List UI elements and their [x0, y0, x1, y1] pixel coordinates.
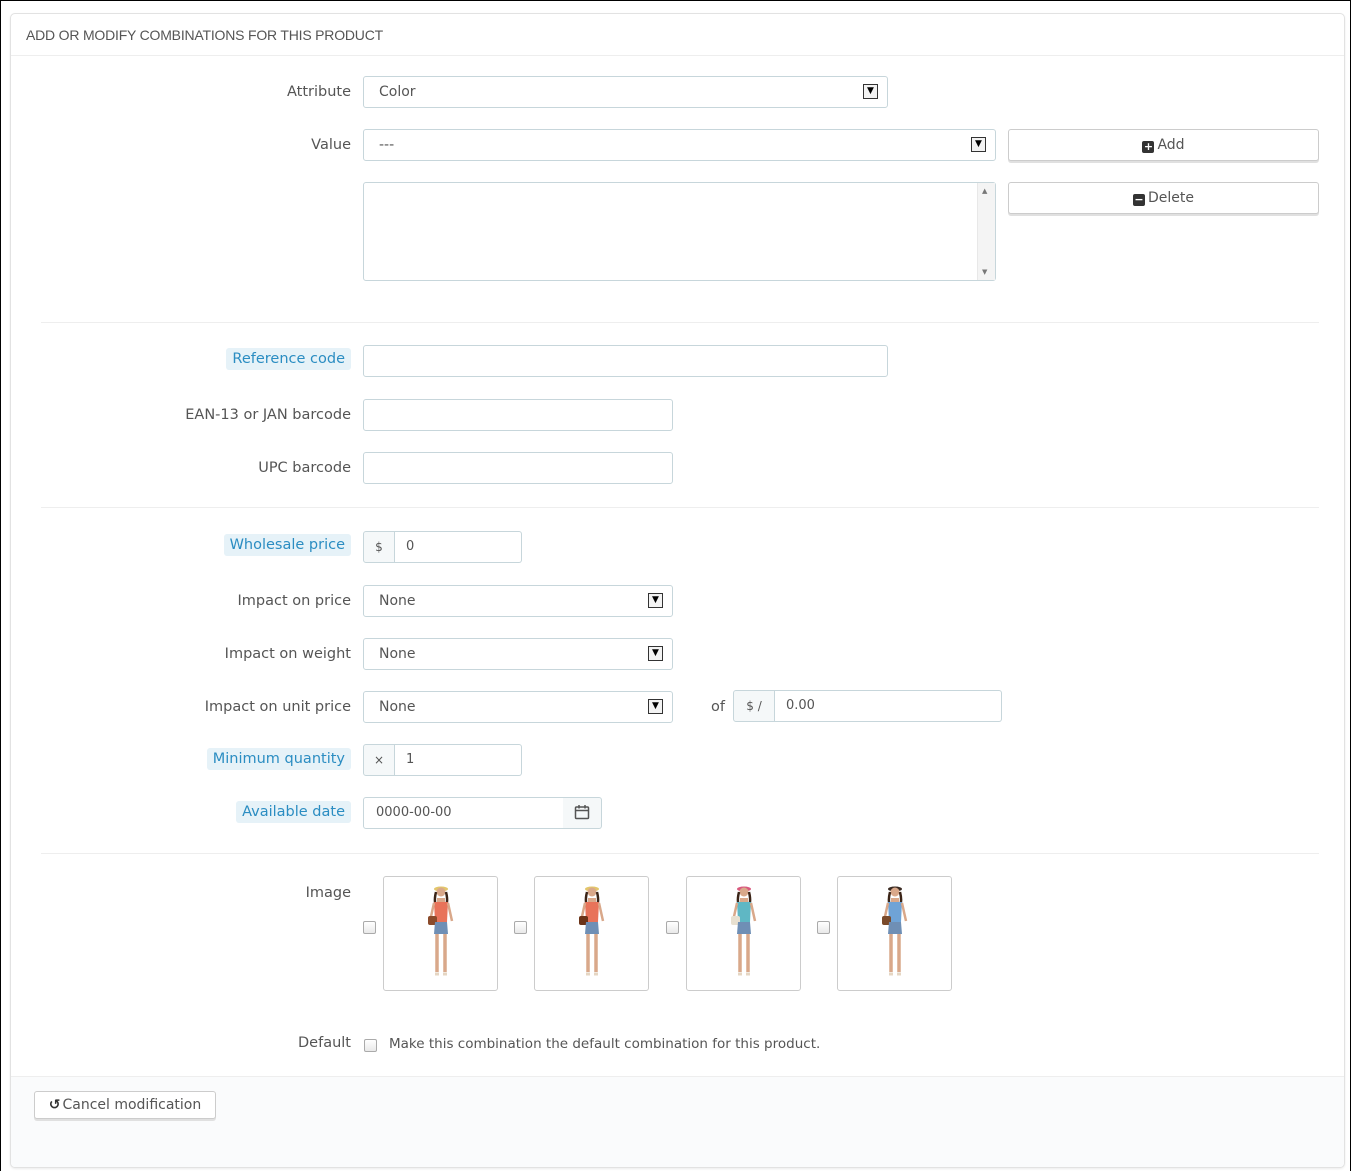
- chevron-down-icon: ▼: [648, 646, 663, 661]
- impact-price-label: Impact on price: [237, 593, 351, 609]
- impact-unit-price-selected: None: [379, 699, 416, 715]
- chevron-down-icon: ▼: [648, 699, 663, 714]
- currency-addon: $: [363, 531, 395, 563]
- impact-price-selected: None: [379, 593, 416, 609]
- delete-button-label: Delete: [1148, 190, 1194, 206]
- value-selected-value: ---: [379, 137, 395, 153]
- impact-weight-label: Impact on weight: [224, 646, 351, 662]
- chevron-down-icon: ▼: [648, 593, 663, 608]
- plus-square-icon: +: [1142, 140, 1155, 153]
- image-checkbox[interactable]: [514, 921, 527, 934]
- impact-price-select[interactable]: None ▼: [363, 585, 673, 617]
- impact-unit-price-select[interactable]: None ▼: [363, 691, 673, 723]
- undo-icon: ↺: [48, 1097, 61, 1113]
- impact-weight-select[interactable]: None ▼: [363, 638, 673, 670]
- attribute-label: Attribute: [286, 84, 351, 100]
- default-label: Default: [298, 1035, 351, 1051]
- image-checkbox[interactable]: [363, 921, 376, 934]
- calendar-button[interactable]: [563, 797, 602, 829]
- default-combination-checkbox[interactable]: [364, 1039, 377, 1052]
- impact-weight-selected: None: [379, 646, 416, 662]
- list-scrollbar[interactable]: ▲ ▼: [977, 183, 995, 280]
- value-select[interactable]: --- ▼: [363, 129, 996, 161]
- delete-value-button[interactable]: − Delete: [1008, 182, 1319, 214]
- upc-label: UPC barcode: [258, 460, 351, 476]
- ean-label: EAN-13 or JAN barcode: [185, 407, 351, 423]
- divider: [41, 322, 1319, 323]
- impact-unit-price-label: Impact on unit price: [204, 699, 351, 715]
- model-photo-4[interactable]: [837, 876, 952, 991]
- of-label: of: [711, 699, 725, 715]
- reference-code-label[interactable]: Reference code: [226, 348, 351, 370]
- model-photo-3[interactable]: [686, 876, 801, 991]
- image-checkbox[interactable]: [666, 921, 679, 934]
- wholesale-price-input[interactable]: 0: [395, 531, 522, 563]
- image-label: Image: [305, 885, 351, 901]
- unit-price-addon: $ /: [733, 690, 775, 722]
- chevron-down-icon: ▼: [863, 84, 878, 99]
- attribute-values-list[interactable]: ▲ ▼: [363, 182, 996, 281]
- model-photo-2[interactable]: [534, 876, 649, 991]
- cancel-modification-label: Cancel modification: [62, 1097, 202, 1113]
- panel-footer: ↺ Cancel modification: [11, 1076, 1344, 1167]
- attribute-selected-value: Color: [379, 84, 416, 100]
- scroll-down-icon[interactable]: ▼: [982, 268, 987, 276]
- minimum-quantity-label[interactable]: Minimum quantity: [206, 748, 351, 770]
- wholesale-price-label[interactable]: Wholesale price: [223, 534, 351, 556]
- cancel-modification-button[interactable]: ↺ Cancel modification: [34, 1091, 216, 1119]
- add-value-button[interactable]: + Add: [1008, 129, 1319, 161]
- available-date-label[interactable]: Available date: [236, 801, 351, 823]
- scroll-up-icon[interactable]: ▲: [982, 187, 987, 195]
- default-combination-text: Make this combination the default combin…: [389, 1036, 821, 1052]
- unit-price-input[interactable]: 0.00: [775, 690, 1002, 722]
- add-button-label: Add: [1157, 137, 1185, 153]
- model-photo-1[interactable]: [383, 876, 498, 991]
- value-label: Value: [311, 137, 351, 153]
- available-date-input[interactable]: 0000-00-00: [363, 797, 564, 829]
- ean-input[interactable]: [363, 399, 673, 431]
- combinations-panel: ADD OR MODIFY COMBINATIONS FOR THIS PROD…: [10, 13, 1345, 1168]
- minimum-quantity-input[interactable]: 1: [395, 744, 522, 776]
- panel-title: ADD OR MODIFY COMBINATIONS FOR THIS PROD…: [11, 14, 1344, 56]
- quantity-addon: ×: [363, 744, 395, 776]
- divider: [41, 507, 1319, 508]
- calendar-icon: [574, 805, 590, 820]
- chevron-down-icon: ▼: [971, 137, 986, 152]
- upc-input[interactable]: [363, 452, 673, 484]
- minus-square-icon: −: [1133, 193, 1145, 206]
- image-checkbox[interactable]: [817, 921, 830, 934]
- reference-code-input[interactable]: [363, 345, 888, 377]
- attribute-select[interactable]: Color ▼: [363, 76, 888, 108]
- divider: [41, 853, 1319, 854]
